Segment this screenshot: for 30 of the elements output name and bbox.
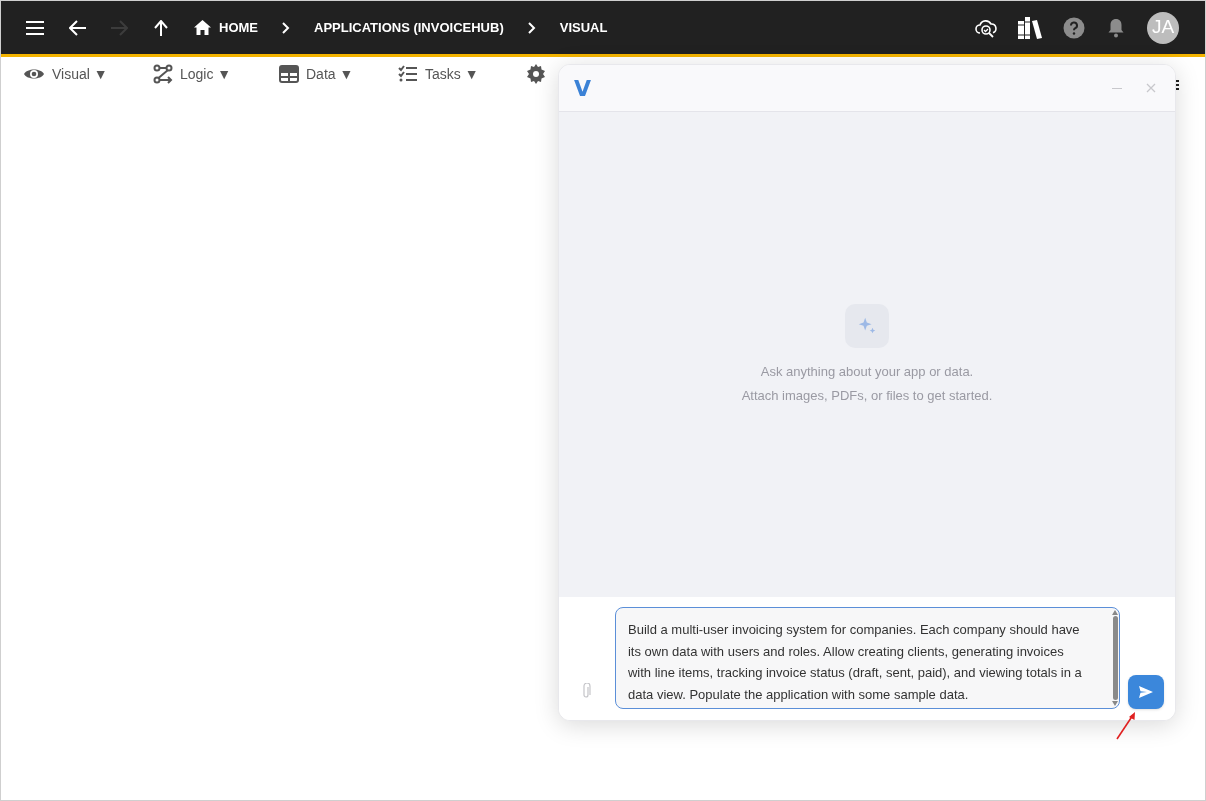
up-icon[interactable] [154,19,168,36]
breadcrumb-link[interactable]: APPLICATIONS (INVOICEHUB) [314,17,504,38]
flow-icon [153,64,173,84]
toolbar-tab[interactable]: Tasks ▼ [398,63,526,85]
table-icon [279,65,299,83]
breadcrumb-link[interactable]: HOME [194,17,258,38]
send-icon [1139,686,1154,698]
sparkle-icon [845,304,889,348]
annotation-arrow [1115,711,1137,741]
paperclip-icon[interactable] [581,683,591,699]
empty-state-text: Ask anything about your app or data. [760,363,974,381]
empty-state-text: Attach images, PDFs, or files to get started. [741,386,993,405]
message-field[interactable] [615,607,1121,709]
home-icon [194,20,211,35]
message-text: Build a multi-user invoicing system for companies. Each company should have its own data with users and roles. Allow creating clients, generating invoices with line items, tracking invoice status (draft, sent, paid), and viewing totals in a data view. Populate the application with some sample data. [628,621,1083,704]
toolbar-tab[interactable]: Logic ▼ [153,63,279,85]
toolbar-tab[interactable]: Visual ▼ [23,63,153,85]
help-icon[interactable] [1063,16,1085,39]
breadcrumb-link[interactable]: VISUAL [559,17,608,38]
checklist-icon [398,65,418,83]
settings-icon[interactable] [526,64,546,84]
scrollbar-thumb[interactable] [1112,616,1118,700]
send-button[interactable] [1128,675,1164,709]
toolbar-tab[interactable]: Data ▼ [279,63,398,85]
assistant-logo: V [574,74,592,103]
back-icon[interactable] [69,19,87,36]
notification-bell-icon[interactable] [1107,17,1125,38]
chevron-icon [282,21,290,34]
books-icon[interactable] [1017,15,1043,40]
chevron-icon [527,21,536,34]
